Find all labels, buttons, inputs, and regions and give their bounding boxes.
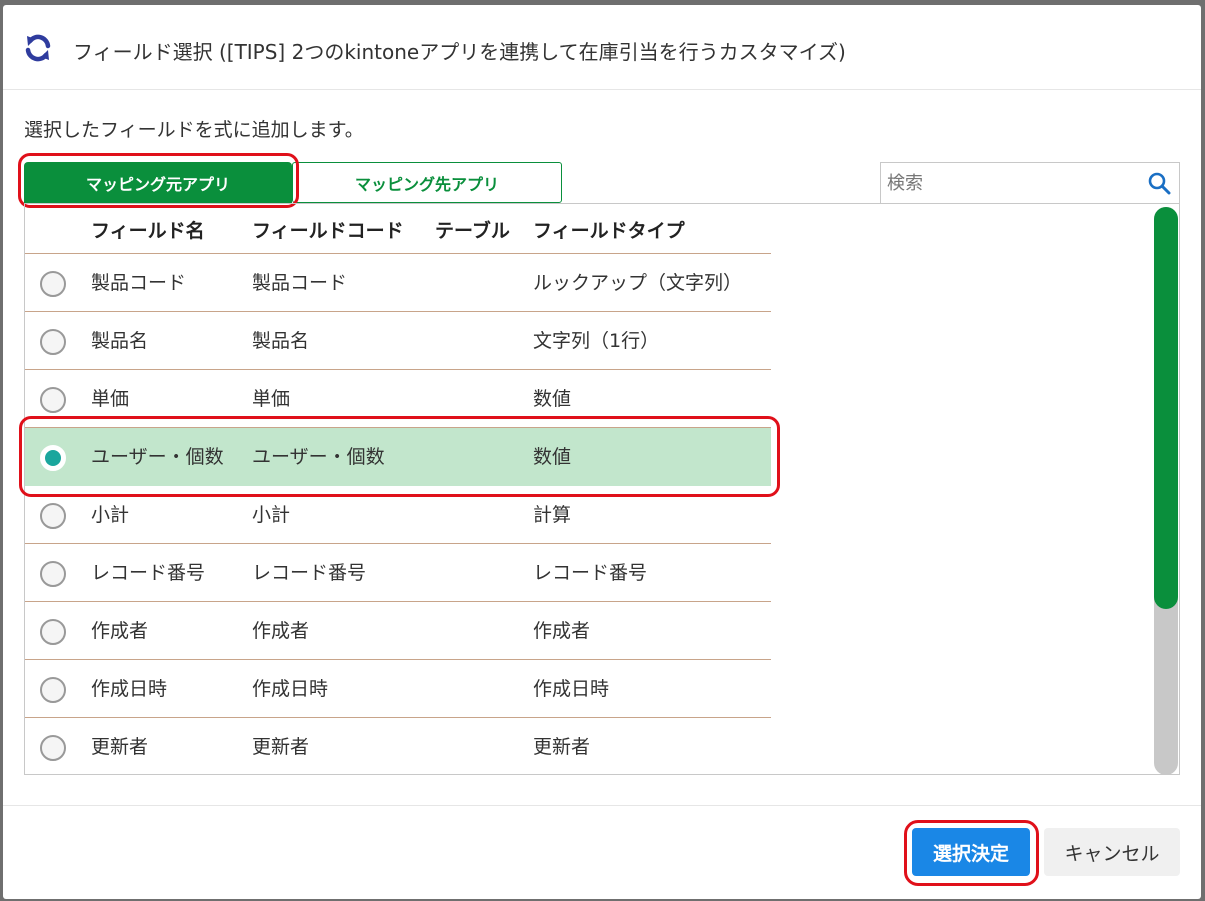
field-select-dialog: フィールド選択 ([TIPS] 2つのkintoneアプリを連携して在庫引当を行… <box>3 5 1201 899</box>
field-code-cell: レコード番号 <box>252 562 367 584</box>
radio-button[interactable] <box>40 503 66 529</box>
field-table: フィールド名 フィールドコード テーブル フィールドタイプ 製品コード 製品コー… <box>24 203 1180 775</box>
footer-divider <box>3 805 1201 806</box>
radio-button[interactable] <box>40 561 66 587</box>
field-name-cell: 更新者 <box>91 736 149 758</box>
scrollbar-track[interactable] <box>1154 207 1178 775</box>
field-name-cell: 単価 <box>91 388 130 410</box>
refresh-icon <box>25 34 51 62</box>
table-row-selected[interactable]: ユーザー・個数 ユーザー・個数 数値 <box>25 428 771 486</box>
scrollbar-thumb[interactable] <box>1154 207 1178 609</box>
column-header-field-name: フィールド名 <box>91 220 205 242</box>
table-row[interactable]: 作成日時 作成日時 作成日時 <box>25 660 771 718</box>
table-row[interactable]: 製品名 製品名 文字列（1行） <box>25 312 771 370</box>
field-code-cell: 作成日時 <box>252 678 329 700</box>
dialog-header: フィールド選択 ([TIPS] 2つのkintoneアプリを連携して在庫引当を行… <box>3 5 1201 90</box>
table-row[interactable]: レコード番号 レコード番号 レコード番号 <box>25 544 771 602</box>
field-type-cell: 作成者 <box>533 620 591 642</box>
table-row[interactable]: 製品コード 製品コード ルックアップ（文字列） <box>25 254 771 312</box>
field-type-cell: ルックアップ（文字列） <box>533 272 743 294</box>
tab-mapping-target[interactable]: マッピング先アプリ <box>292 162 562 203</box>
radio-button[interactable] <box>40 329 66 355</box>
field-type-cell: 文字列（1行） <box>533 330 660 352</box>
search-box <box>880 162 1180 204</box>
field-code-cell: 更新者 <box>252 736 310 758</box>
field-type-cell: 作成日時 <box>533 678 610 700</box>
radio-button[interactable] <box>40 387 66 413</box>
field-type-cell: 数値 <box>533 446 572 468</box>
radio-button[interactable] <box>40 735 66 761</box>
field-code-cell: 製品名 <box>252 330 310 352</box>
field-type-cell: 更新者 <box>533 736 591 758</box>
field-name-cell: 製品名 <box>91 330 149 352</box>
field-type-cell: 数値 <box>533 388 572 410</box>
search-icon[interactable] <box>1147 171 1171 195</box>
column-header-table: テーブル <box>435 220 510 242</box>
table-row[interactable]: 単価 単価 数値 <box>25 370 771 428</box>
dialog-title: フィールド選択 ([TIPS] 2つのkintoneアプリを連携して在庫引当を行… <box>73 40 846 64</box>
radio-button[interactable] <box>40 271 66 297</box>
tab-mapping-source[interactable]: マッピング元アプリ <box>24 162 292 203</box>
table-row[interactable]: 小計 小計 計算 <box>25 486 771 544</box>
field-name-cell: 作成日時 <box>91 678 168 700</box>
table-header-row: フィールド名 フィールドコード テーブル フィールドタイプ <box>25 204 771 254</box>
field-name-cell: ユーザー・個数 <box>91 446 224 468</box>
field-code-cell: 小計 <box>252 504 291 526</box>
field-code-cell: 作成者 <box>252 620 310 642</box>
field-code-cell: 単価 <box>252 388 291 410</box>
field-type-cell: レコード番号 <box>533 562 648 584</box>
radio-button-checked[interactable] <box>40 445 66 471</box>
cancel-button[interactable]: キャンセル <box>1044 828 1180 876</box>
field-name-cell: 製品コード <box>91 272 187 294</box>
radio-button[interactable] <box>40 619 66 645</box>
search-input[interactable] <box>881 163 1143 203</box>
field-type-cell: 計算 <box>533 504 572 526</box>
table-row[interactable]: 作成者 作成者 作成者 <box>25 602 771 660</box>
column-header-field-code: フィールドコード <box>252 220 404 242</box>
field-name-cell: 小計 <box>91 504 130 526</box>
radio-button[interactable] <box>40 677 66 703</box>
confirm-selection-button[interactable]: 選択決定 <box>912 828 1030 876</box>
field-code-cell: 製品コード <box>252 272 348 294</box>
field-name-cell: 作成者 <box>91 620 149 642</box>
table-row[interactable]: 更新者 更新者 更新者 <box>25 718 771 774</box>
field-code-cell: ユーザー・個数 <box>252 446 385 468</box>
dialog-description: 選択したフィールドを式に追加します。 <box>24 119 364 141</box>
field-name-cell: レコード番号 <box>91 562 206 584</box>
column-header-field-type: フィールドタイプ <box>533 220 685 242</box>
